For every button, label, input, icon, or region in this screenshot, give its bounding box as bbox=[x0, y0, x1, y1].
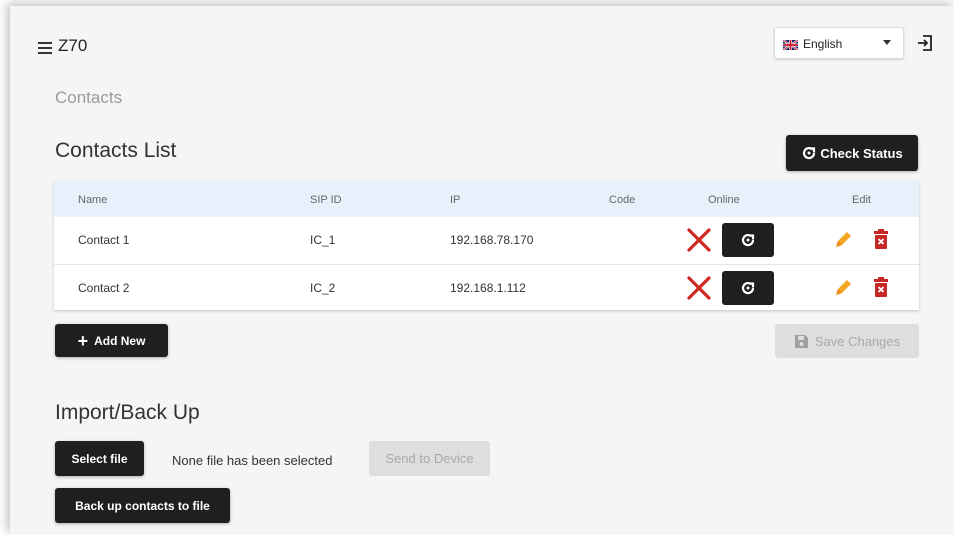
app-title: Z70 bbox=[58, 36, 88, 55]
column-header-edit: Edit bbox=[852, 194, 871, 206]
plus-icon: + bbox=[77, 330, 89, 351]
contacts-list-title: Contacts List bbox=[55, 139, 177, 162]
send-to-device-button[interactable]: Send to Device bbox=[369, 441, 490, 476]
contact-ip: 192.168.78.170 bbox=[450, 233, 534, 247]
breadcrumb: Contacts bbox=[55, 88, 123, 107]
contact-sip-id: IC_1 bbox=[310, 233, 336, 247]
pencil-icon[interactable] bbox=[832, 277, 854, 299]
contact-sip-id: IC_2 bbox=[310, 281, 336, 295]
offline-x-icon bbox=[687, 276, 711, 300]
language-select[interactable]: English bbox=[774, 27, 904, 59]
contact-name: Contact 2 bbox=[78, 281, 130, 295]
table-row: Contact 1 IC_1 192.168.78.170 bbox=[54, 217, 919, 263]
refresh-status-button[interactable] bbox=[722, 271, 774, 305]
check-status-label: Check Status bbox=[820, 145, 903, 161]
chevron-down-icon bbox=[883, 40, 891, 45]
select-file-label: Select file bbox=[71, 451, 128, 466]
import-backup-title: Import/Back Up bbox=[55, 401, 200, 424]
pencil-icon[interactable] bbox=[832, 229, 854, 251]
table-header: Name SIP ID IP Code Online Edit bbox=[54, 182, 919, 217]
column-header-ip: IP bbox=[450, 194, 461, 206]
app-window: Z70 English Contacts Contacts List Check… bbox=[10, 6, 954, 535]
uk-flag-icon bbox=[783, 40, 798, 50]
file-status-text: None file has been selected bbox=[172, 453, 333, 468]
refresh-icon bbox=[741, 281, 755, 295]
trash-icon[interactable] bbox=[872, 228, 890, 250]
save-changes-label: Save Changes bbox=[814, 333, 901, 349]
top-bar: Z70 English bbox=[10, 6, 954, 74]
save-icon bbox=[794, 334, 808, 348]
add-new-label: Add New bbox=[94, 333, 146, 348]
select-file-button[interactable]: Select file bbox=[55, 441, 144, 476]
column-header-sip-id: SIP ID bbox=[310, 194, 342, 206]
trash-icon[interactable] bbox=[872, 276, 890, 298]
logout-icon[interactable] bbox=[916, 34, 934, 52]
column-header-code: Code bbox=[609, 194, 636, 206]
language-label: English bbox=[803, 37, 843, 51]
backup-contacts-label: Back up contacts to file bbox=[75, 498, 210, 513]
send-to-device-label: Send to Device bbox=[385, 451, 474, 466]
save-changes-button[interactable]: Save Changes bbox=[775, 324, 919, 358]
offline-x-icon bbox=[687, 228, 711, 252]
menu-icon[interactable] bbox=[38, 42, 52, 54]
contact-ip: 192.168.1.112 bbox=[450, 281, 526, 295]
table-row: Contact 2 IC_2 192.168.1.112 bbox=[54, 264, 919, 311]
refresh-icon bbox=[803, 146, 816, 160]
contacts-table: Name SIP ID IP Code Online Edit Contact … bbox=[54, 182, 919, 310]
check-status-button[interactable]: Check Status bbox=[786, 135, 918, 171]
column-header-name: Name bbox=[78, 194, 108, 206]
add-new-button[interactable]: + Add New bbox=[55, 324, 168, 357]
contact-name: Contact 1 bbox=[78, 233, 130, 247]
column-header-online: Online bbox=[708, 194, 740, 206]
backup-contacts-button[interactable]: Back up contacts to file bbox=[55, 488, 230, 523]
refresh-icon bbox=[741, 233, 755, 247]
refresh-status-button[interactable] bbox=[722, 223, 774, 257]
